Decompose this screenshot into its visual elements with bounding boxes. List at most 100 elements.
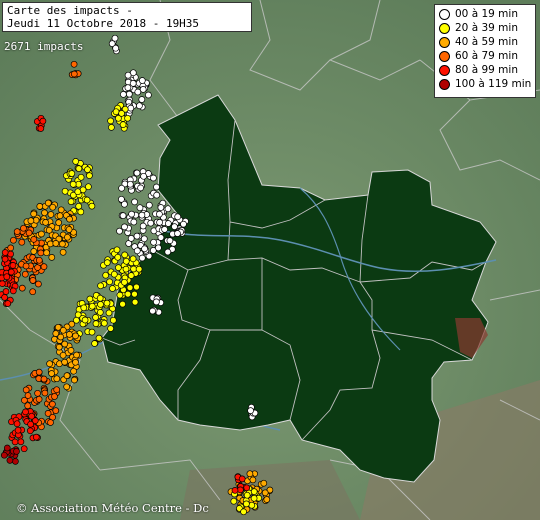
impact-dot <box>66 331 73 338</box>
impact-dot <box>37 125 45 132</box>
impact-dot <box>57 206 65 214</box>
impact-dot <box>9 287 17 295</box>
impact-dot <box>153 191 161 199</box>
legend-row: 60 à 79 min <box>435 49 535 63</box>
impact-dot <box>127 235 135 242</box>
impact-dot <box>49 400 56 408</box>
impact-dot <box>88 302 96 310</box>
impact-dot <box>13 228 21 235</box>
impact-dot <box>2 288 10 295</box>
impact-dot <box>47 211 55 218</box>
impact-dot <box>52 407 60 414</box>
impact-dot <box>24 402 32 410</box>
impact-dot <box>80 304 88 312</box>
impact-dot <box>124 84 132 91</box>
impact-dot <box>96 294 104 302</box>
impact-dot <box>139 222 147 230</box>
impact-dot <box>61 358 68 366</box>
impact-dot <box>9 262 17 269</box>
impact-dot <box>153 183 160 191</box>
impact-dot <box>230 497 238 505</box>
impact-dot <box>81 316 89 324</box>
impact-dot <box>1 255 9 263</box>
impact-dot <box>0 451 8 459</box>
impact-dot <box>109 285 116 292</box>
impact-dot <box>25 229 33 237</box>
legend-swatch-5 <box>439 78 450 90</box>
impact-dot <box>124 114 131 122</box>
impact-dot <box>231 487 239 494</box>
impact-dot <box>171 223 178 230</box>
impact-dot <box>141 245 148 253</box>
impact-dot <box>260 479 268 487</box>
impact-dot <box>63 372 71 379</box>
impact-dot <box>263 496 271 503</box>
impact-dot <box>20 224 27 232</box>
legend-row: 80 à 99 min <box>435 63 535 77</box>
impact-dot <box>127 104 135 112</box>
impact-dot <box>1 294 8 301</box>
impact-dot <box>63 383 71 391</box>
impact-dot <box>61 187 69 195</box>
impact-dot <box>145 91 152 99</box>
impact-dot <box>131 298 139 306</box>
impact-dot <box>174 230 181 237</box>
impact-dot <box>37 249 45 257</box>
impact-dot <box>157 234 165 241</box>
impact-dot <box>149 307 156 315</box>
impact-dot <box>122 257 130 265</box>
impact-dot <box>59 248 67 256</box>
impact-dot <box>36 203 44 210</box>
impact-dot <box>174 213 182 221</box>
impact-dot <box>161 226 168 233</box>
impact-dot <box>55 343 63 351</box>
impact-dot <box>44 199 52 207</box>
impact-dot <box>247 407 254 414</box>
impact-dot <box>126 284 134 291</box>
impact-dot <box>238 475 246 483</box>
impact-dot <box>10 236 17 244</box>
impact-dot <box>250 494 258 502</box>
impact-dot <box>243 500 250 508</box>
impact-dot <box>137 184 144 192</box>
impact-dot <box>125 90 133 98</box>
impact-dot <box>105 309 113 317</box>
impact-dot <box>119 212 127 219</box>
impact-dot <box>13 448 20 455</box>
impact-dot <box>246 470 254 478</box>
impact-dot <box>22 408 29 416</box>
impact-dot <box>85 183 92 191</box>
impact-dot <box>108 124 115 131</box>
impact-dot <box>97 301 104 308</box>
legend-label: 60 à 79 min <box>455 50 518 62</box>
impact-dot <box>88 328 96 336</box>
impact-dot <box>6 457 14 464</box>
impact-dot <box>164 220 172 227</box>
impact-dot <box>120 91 127 98</box>
copyright: © Association Météo Centre - Dc <box>16 501 209 515</box>
impact-dot <box>66 215 73 223</box>
impact-dot <box>112 44 120 52</box>
impact-dot <box>65 226 73 233</box>
impact-dot <box>48 254 56 261</box>
impact-dot <box>88 202 96 210</box>
impact-dot <box>86 172 93 179</box>
impact-dot <box>110 270 118 278</box>
impact-dot <box>83 196 91 204</box>
impact-dot <box>147 219 155 227</box>
impact-dot <box>64 233 71 241</box>
impact-dot <box>40 375 48 383</box>
impact-dot <box>41 209 48 217</box>
impact-dot <box>133 283 140 291</box>
impact-dot <box>0 280 6 287</box>
impact-dot <box>59 351 67 359</box>
impact-dot <box>91 340 98 347</box>
impact-dot <box>53 386 61 394</box>
impact-dot <box>74 188 82 196</box>
impact-dot <box>240 508 247 516</box>
impact-dot <box>35 256 43 264</box>
impact-dot <box>243 491 251 499</box>
impact-dot <box>35 368 43 376</box>
legend-swatch-0 <box>439 8 450 20</box>
impact-dot <box>47 419 54 426</box>
